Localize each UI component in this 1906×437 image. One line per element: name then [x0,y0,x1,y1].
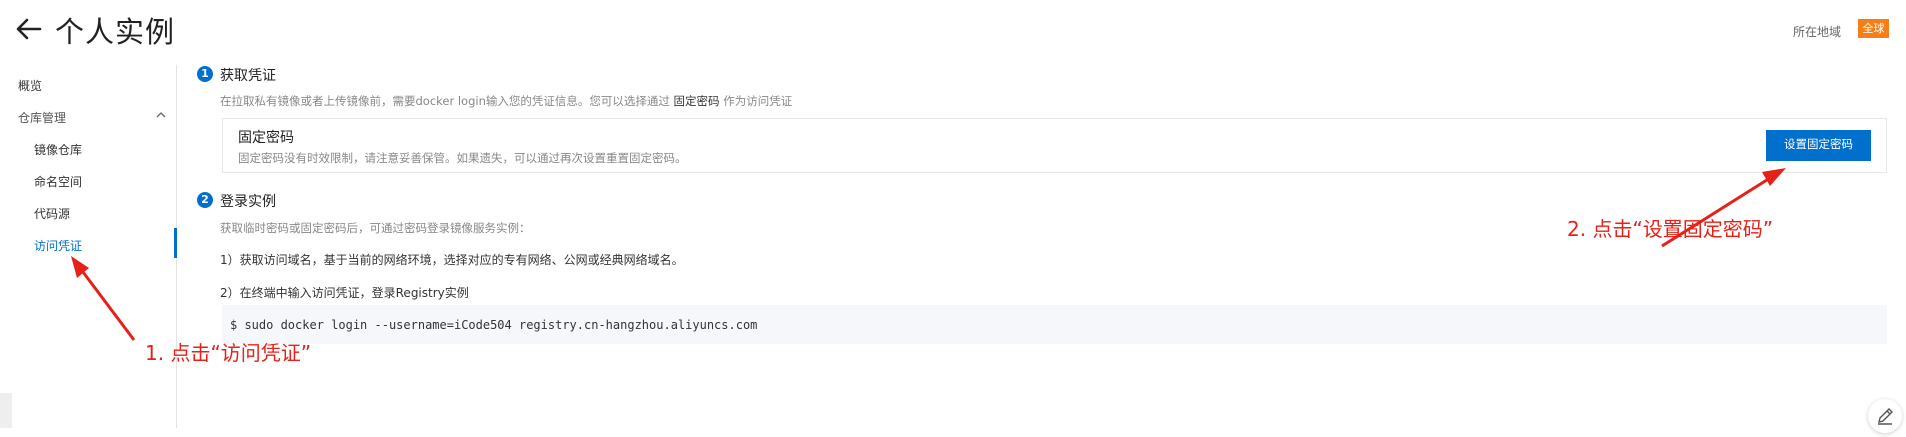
fixed-password-card-title: 固定密码 [238,130,294,146]
step-1-title: 获取凭证 [220,68,276,84]
sidebar-collapse-toggle[interactable] [0,393,12,428]
region-badge[interactable]: 全球 [1858,19,1889,38]
sidebar-active-indicator [174,228,177,258]
sidebar-item-access-credentials[interactable]: 访问凭证 [34,237,82,254]
page-title: 个人实例 [55,15,176,49]
step-1-number: 1 [197,66,213,82]
sidebar-item-namespaces[interactable]: 命名空间 [34,173,82,190]
annotation-step-2: 2. 点击“设置固定密码” [1567,217,1774,241]
step-2-instruction-1: 1）获取访问域名，基于当前的网络环境，选择对应的专有网络、公网或经典网络域名。 [220,253,684,267]
sidebar-item-image-repos[interactable]: 镜像仓库 [34,141,82,158]
fixed-password-card-description: 固定密码没有时效限制，请注意妥善保管。如果遗失，可以通过再次设置重置固定密码。 [238,151,687,165]
step-1-desc-prefix: 在拉取私有镜像或者上传镜像前，需要docker login输入您的凭证信息。您可… [220,94,670,108]
step-2-description: 获取临时密码或固定密码后，可通过密码登录镜像服务实例： [220,221,531,235]
annotation-arrow-1 [71,256,136,341]
annotation-step-1: 1. 点击“访问凭证” [145,341,312,365]
set-fixed-password-button[interactable]: 设置固定密码 [1766,130,1871,161]
step-2-title: 登录实例 [220,194,276,210]
region-label: 所在地域 [1793,25,1842,39]
step-2-number: 2 [197,192,213,208]
sidebar-item-code-sources[interactable]: 代码源 [34,205,70,222]
step-1-desc-highlight: 固定密码 [673,94,720,108]
step-1-description: 在拉取私有镜像或者上传镜像前，需要docker login输入您的凭证信息。您可… [220,93,792,109]
chevron-up-icon[interactable] [154,108,168,122]
back-arrow-icon[interactable] [14,14,44,44]
login-command-text[interactable]: $ sudo docker login --username=iCode504 … [230,318,757,332]
step-1-desc-suffix: 作为访问凭证 [723,94,793,108]
step-2-instruction-2: 2）在终端中输入访问凭证，登录Registry实例 [220,286,469,300]
sidebar-group-repo-management[interactable]: 仓库管理 [18,109,66,126]
sidebar-item-overview[interactable]: 概览 [18,77,42,94]
